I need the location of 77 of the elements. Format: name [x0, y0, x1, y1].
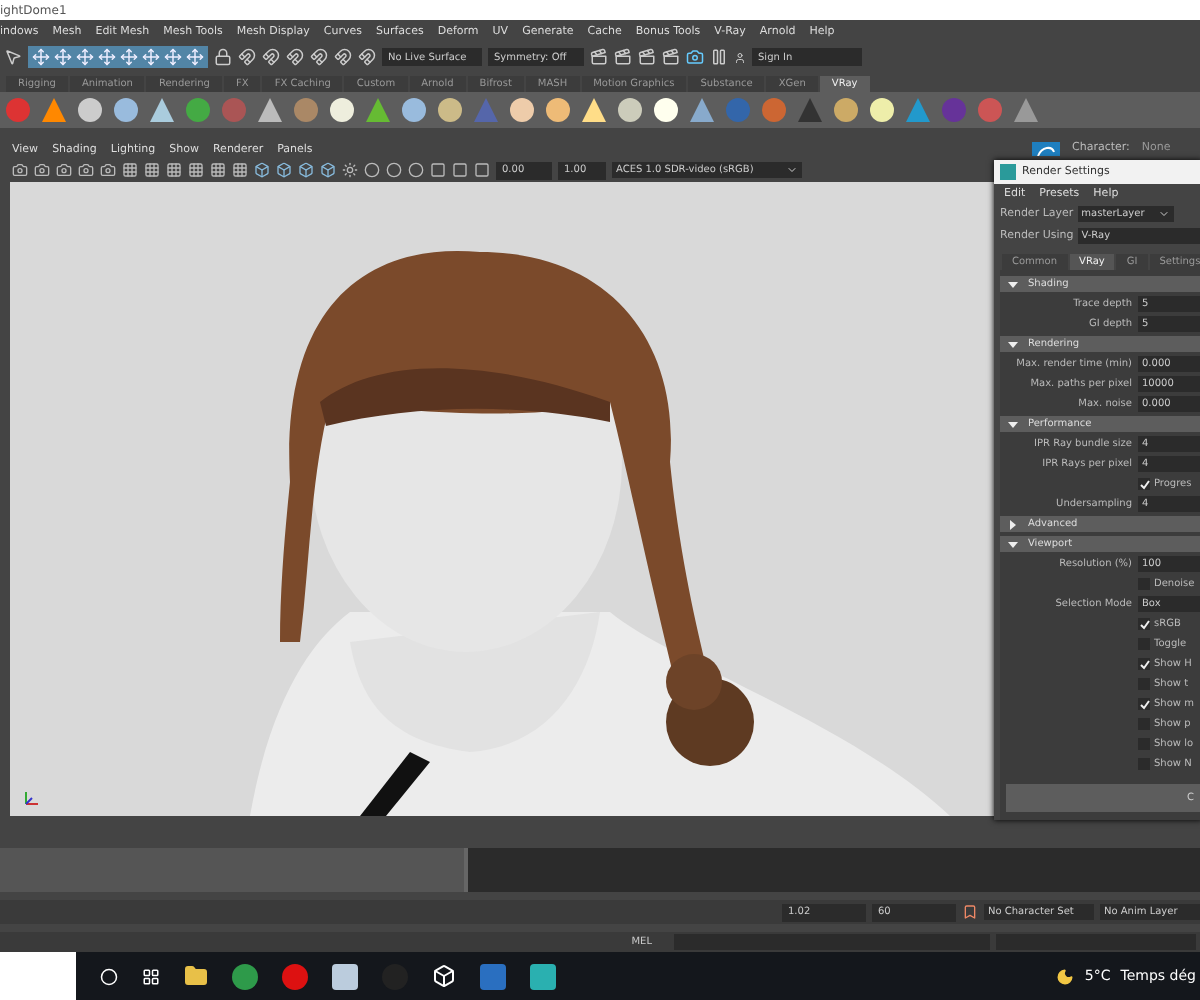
clapperboard-icon[interactable]: [590, 48, 608, 66]
checkbox[interactable]: [1138, 698, 1150, 710]
clapperboard-icon[interactable]: [638, 48, 656, 66]
move-icon[interactable]: [76, 48, 94, 66]
sphere-icon[interactable]: [652, 96, 680, 124]
sphere-icon[interactable]: [832, 96, 860, 124]
move-icon[interactable]: [32, 48, 50, 66]
cone-icon[interactable]: [688, 96, 716, 124]
grid-icon[interactable]: [144, 162, 160, 178]
magnet-icon[interactable]: [358, 48, 376, 66]
camera-icon[interactable]: [686, 48, 704, 66]
sphere-icon[interactable]: [112, 96, 140, 124]
move-icon[interactable]: [98, 48, 116, 66]
move-icon[interactable]: [164, 48, 182, 66]
move-icon[interactable]: [142, 48, 160, 66]
command-field[interactable]: [674, 934, 990, 950]
sphere-icon[interactable]: [436, 96, 464, 124]
magnet-icon[interactable]: [334, 48, 352, 66]
move-icon[interactable]: [120, 48, 138, 66]
photos-icon[interactable]: [480, 963, 506, 989]
folder-icon[interactable]: [184, 964, 208, 988]
sphere-icon[interactable]: [868, 96, 896, 124]
sun-icon[interactable]: [342, 162, 358, 178]
grid-icon[interactable]: [166, 162, 182, 178]
sphere-icon[interactable]: [400, 96, 428, 124]
magnet-icon[interactable]: [286, 48, 304, 66]
camera-icon[interactable]: [34, 162, 50, 178]
move-icon[interactable]: [186, 48, 204, 66]
sphere-icon[interactable]: [616, 96, 644, 124]
sphere-icon[interactable]: [328, 96, 356, 124]
collapse-triangle-icon: [1008, 339, 1018, 349]
sphere-icon[interactable]: [76, 96, 104, 124]
chevron-down-icon[interactable]: [786, 164, 798, 176]
select-icon[interactable]: [4, 48, 22, 66]
camera-icon[interactable]: [100, 162, 116, 178]
camera-icon[interactable]: [12, 162, 28, 178]
sphere-icon[interactable]: [508, 96, 536, 124]
moon-icon: [1056, 967, 1075, 985]
app-logo-icon: [1000, 164, 1016, 180]
grid-icon[interactable]: [122, 162, 138, 178]
bookmark-icon[interactable]: [962, 904, 978, 920]
checkbox[interactable]: [1138, 618, 1150, 630]
cone-icon[interactable]: [364, 96, 392, 124]
cone-icon[interactable]: [148, 96, 176, 124]
sphere-icon[interactable]: [544, 96, 572, 124]
expand-triangle-icon: [1008, 519, 1018, 529]
chevron-down-icon[interactable]: [1157, 207, 1170, 219]
app-icon[interactable]: [332, 963, 358, 989]
magnet-icon[interactable]: [262, 48, 280, 66]
square-icon[interactable]: [452, 162, 468, 178]
camera-icon[interactable]: [78, 162, 94, 178]
magnet-icon[interactable]: [238, 48, 256, 66]
task-view-icon[interactable]: [142, 967, 160, 985]
collapse-triangle-icon: [1008, 279, 1018, 289]
checkbox[interactable]: [1138, 478, 1150, 490]
square-icon[interactable]: [430, 162, 446, 178]
user-icon[interactable]: [734, 51, 746, 63]
clapperboard-icon[interactable]: [614, 48, 632, 66]
checkbox[interactable]: [1138, 658, 1150, 670]
magnet-icon[interactable]: [310, 48, 328, 66]
grid-icon[interactable]: [210, 162, 226, 178]
axis-icon: [22, 788, 42, 808]
search-field[interactable]: [0, 952, 76, 1000]
collapse-triangle-icon: [1008, 419, 1018, 429]
collapse-triangle-icon: [1008, 539, 1018, 549]
move-icon[interactable]: [54, 48, 72, 66]
app-icon[interactable]: [530, 963, 556, 989]
clapperboard-icon[interactable]: [662, 48, 680, 66]
square-icon[interactable]: [474, 162, 490, 178]
cone-icon[interactable]: [40, 96, 68, 124]
pause-icon[interactable]: [710, 48, 728, 66]
cone-icon[interactable]: [256, 96, 284, 124]
grid-icon[interactable]: [232, 162, 248, 178]
camera-icon[interactable]: [56, 162, 72, 178]
lock-icon[interactable]: [214, 48, 232, 66]
grid-icon[interactable]: [188, 162, 204, 178]
cone-icon[interactable]: [580, 96, 608, 124]
